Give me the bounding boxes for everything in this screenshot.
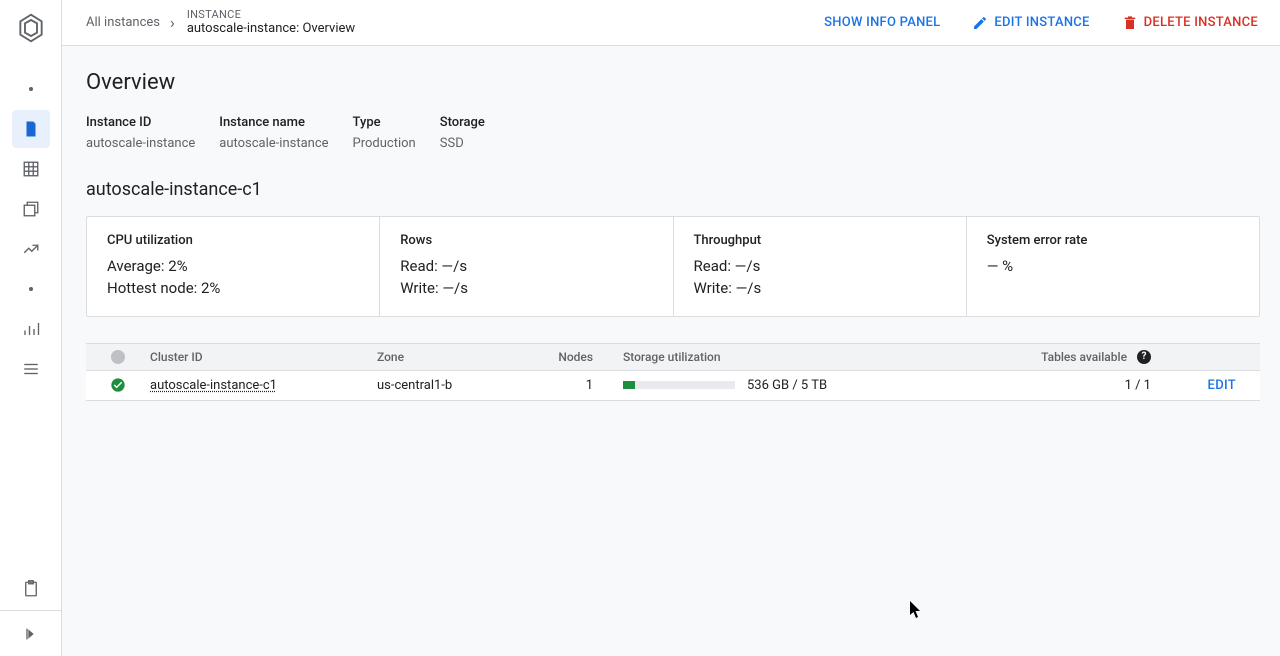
nav-item-instances[interactable]	[12, 110, 50, 148]
metric-rows: Rows Read: —/s Write: —/s	[380, 217, 673, 316]
nav-item-monitoring[interactable]	[12, 310, 50, 348]
nav-item-stack[interactable]	[12, 350, 50, 388]
col-header-nodes[interactable]: Nodes	[527, 350, 623, 364]
info-value: autoscale-instance	[86, 136, 195, 151]
stacked-squares-icon	[22, 200, 40, 218]
chevron-right-icon	[23, 626, 39, 642]
show-info-panel-button[interactable]: SHOW INFO PANEL	[824, 15, 940, 30]
info-label: Storage	[440, 115, 485, 130]
info-storage: Storage SSD	[440, 115, 485, 151]
info-label: Instance name	[219, 115, 328, 130]
metric-value: Hottest node: 2%	[107, 278, 359, 300]
document-icon	[22, 120, 40, 138]
row-cluster-id[interactable]: autoscale-instance-c1	[150, 378, 377, 393]
metric-value: Read: —/s	[400, 256, 652, 278]
pencil-icon	[972, 15, 988, 31]
metric-value: Read: —/s	[694, 256, 946, 278]
delete-instance-button[interactable]: DELETE INSTANCE	[1122, 15, 1258, 31]
edit-instance-label: EDIT INSTANCE	[994, 15, 1089, 30]
edit-cluster-button[interactable]: EDIT	[1208, 378, 1236, 393]
metric-title: Throughput	[694, 233, 946, 248]
col-header-tables-label: Tables available	[1041, 350, 1127, 364]
col-header-tables[interactable]: Tables available ?	[993, 350, 1151, 364]
info-label: Type	[353, 115, 416, 130]
row-tables: 1 / 1	[993, 378, 1151, 393]
info-instance-name: Instance name autoscale-instance	[219, 115, 328, 151]
info-instance-id: Instance ID autoscale-instance	[86, 115, 195, 151]
col-header-storage[interactable]: Storage utilization	[623, 350, 993, 364]
col-header-status	[86, 350, 150, 364]
nav-item-tables[interactable]	[12, 150, 50, 188]
help-icon[interactable]: ?	[1137, 350, 1151, 364]
metric-error-rate: System error rate — %	[967, 217, 1259, 316]
cluster-title: autoscale-instance-c1	[86, 179, 1260, 200]
metric-value: Write: —/s	[694, 278, 946, 300]
metric-title: System error rate	[987, 233, 1239, 248]
metrics-card: CPU utilization Average: 2% Hottest node…	[86, 216, 1260, 317]
breadcrumb-label: INSTANCE	[187, 8, 355, 21]
row-storage: 536 GB / 5 TB	[623, 378, 993, 393]
nav-item-backups[interactable]	[12, 190, 50, 228]
main-content: Overview Instance ID autoscale-instance …	[62, 46, 1280, 656]
side-nav-rail	[0, 0, 62, 656]
chevron-right-icon: ›	[170, 13, 175, 32]
row-zone: us-central1-b	[377, 378, 527, 393]
instance-info-row: Instance ID autoscale-instance Instance …	[86, 115, 1260, 151]
table-row: autoscale-instance-c1 us-central1-b 1 53…	[86, 371, 1260, 401]
bar-chart-up-icon	[22, 320, 40, 338]
nav-item-release-notes[interactable]	[12, 570, 50, 608]
stack-icon	[22, 360, 40, 378]
breadcrumb-root[interactable]: All instances	[86, 15, 160, 30]
metric-value: — %	[987, 256, 1239, 278]
grid-icon	[22, 160, 40, 178]
row-edit: EDIT	[1151, 378, 1260, 393]
metric-cpu: CPU utilization Average: 2% Hottest node…	[87, 217, 380, 316]
metric-title: Rows	[400, 233, 652, 248]
info-type: Type Production	[353, 115, 416, 151]
row-status	[86, 377, 150, 393]
table-header: Cluster ID Zone Nodes Storage utilizatio…	[86, 343, 1260, 371]
metric-value: Average: 2%	[107, 256, 359, 278]
expand-rail-button[interactable]	[0, 610, 61, 648]
storage-text: 536 GB / 5 TB	[747, 378, 827, 393]
info-value: Production	[353, 136, 416, 151]
trash-icon	[1122, 15, 1138, 31]
info-value: SSD	[440, 136, 485, 151]
dot-icon	[29, 87, 33, 91]
page-title: Overview	[86, 70, 1260, 95]
nav-item-dot-1[interactable]	[12, 70, 50, 108]
delete-instance-label: DELETE INSTANCE	[1144, 15, 1258, 30]
clusters-table: Cluster ID Zone Nodes Storage utilizatio…	[86, 343, 1260, 401]
clipboard-icon	[22, 580, 40, 598]
trend-icon	[22, 240, 40, 258]
row-nodes: 1	[527, 378, 623, 393]
col-header-cluster-id[interactable]: Cluster ID	[150, 350, 377, 364]
storage-progress-fill	[623, 381, 635, 389]
metric-throughput: Throughput Read: —/s Write: —/s	[674, 217, 967, 316]
metric-value: Write: —/s	[400, 278, 652, 300]
breadcrumb-current: INSTANCE autoscale-instance: Overview	[187, 8, 355, 37]
storage-progress-bar	[623, 381, 735, 389]
product-logo-icon	[15, 12, 47, 44]
nav-item-trend[interactable]	[12, 230, 50, 268]
top-bar: All instances › INSTANCE autoscale-insta…	[62, 0, 1280, 46]
nav-item-dot-2[interactable]	[12, 270, 50, 308]
edit-instance-button[interactable]: EDIT INSTANCE	[972, 15, 1089, 31]
cluster-link[interactable]: autoscale-instance-c1	[150, 378, 277, 393]
status-dot-icon	[111, 350, 125, 364]
col-header-zone[interactable]: Zone	[377, 350, 527, 364]
info-label: Instance ID	[86, 115, 195, 130]
check-circle-icon	[110, 377, 126, 393]
metric-title: CPU utilization	[107, 233, 359, 248]
dot-icon	[29, 287, 33, 291]
info-value: autoscale-instance	[219, 136, 328, 151]
breadcrumb-title: autoscale-instance: Overview	[187, 21, 355, 37]
